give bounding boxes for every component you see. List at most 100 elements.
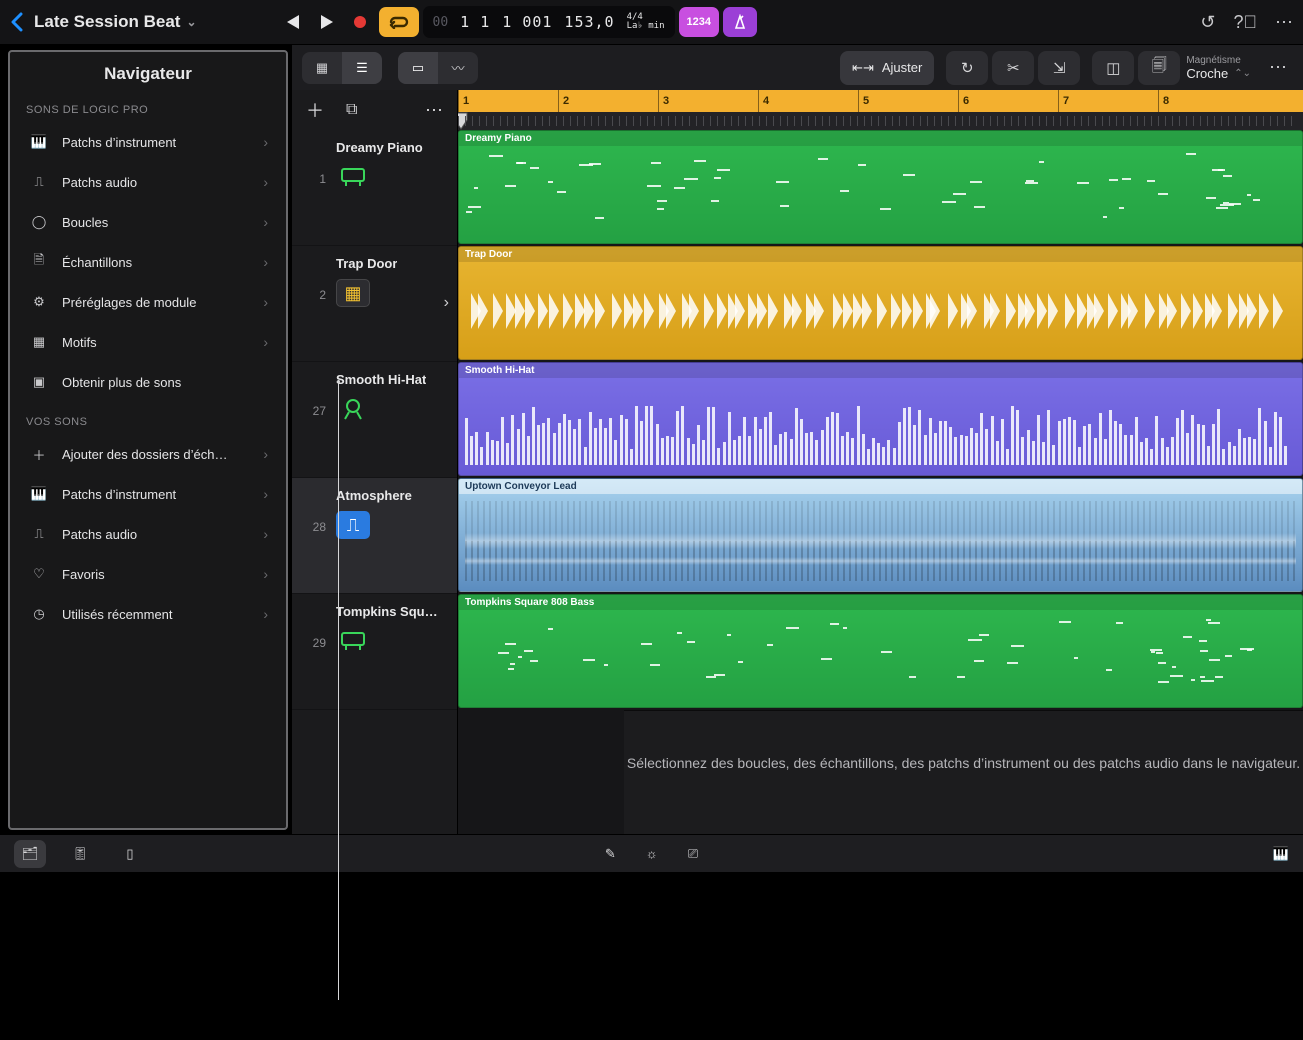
selection-tools: ◫ 🗐 [1092,51,1180,85]
sidebar-item-label: Motifs [62,335,97,350]
project-title[interactable]: Late Session Beat ⌄ [34,12,197,32]
track-expand-button[interactable]: › [444,294,449,312]
mixer-toggle-button[interactable]: 🎚 [64,840,96,868]
chevron-right-icon: › [263,566,268,582]
browser-caption-logic-sounds: SONS DE LOGIC PRO [10,90,286,122]
timeline-area[interactable]: 12345678 Dreamy Piano Trap DoorSmooth Hi-… [458,90,1303,868]
track-number: 2 [296,256,326,302]
track-header[interactable]: 27 Smooth Hi-Hat [292,362,457,478]
region-view-button[interactable]: ▭ [398,52,438,84]
add-track-button[interactable]: ＋ [306,97,324,123]
brightness-tool-button[interactable]: ☼ [646,846,658,862]
keyboard-toggle-button[interactable]: 🎹 [1273,846,1289,862]
inspector-toggle-button[interactable]: ▯ [114,840,146,868]
region-label: Uptown Conveyor Lead [459,479,1302,494]
transport-controls: 00 1 1 1 001 153,0 4/4 La♭ min 1234 [277,6,757,38]
undo-icon[interactable]: ↺ [1200,12,1215,33]
sidebar-item-loops[interactable]: ◯Boucles› [18,202,278,242]
lcd-bars: 1 1 [460,13,490,31]
sidebar-item-patterns[interactable]: ▦Motifs› [18,322,278,362]
lcd-dim-prefix: 00 [433,15,449,30]
chevron-right-icon: › [263,446,268,462]
region[interactable]: Uptown Conveyor Lead [458,478,1303,592]
sidebar-item-audio-patches[interactable]: ⎍Patchs audio› [18,162,278,202]
region[interactable]: Dreamy Piano [458,130,1303,244]
adjust-icon: ⇤⇥ [852,60,874,76]
sidebar-item-label: Patchs audio [62,527,137,542]
sidebar-item-get-more-sounds[interactable]: ▣Obtenir plus de sons [18,362,278,402]
track-header[interactable]: 28 Atmosphere ⎍ [292,478,457,594]
metronome-button[interactable] [723,7,757,37]
play-button[interactable] [311,7,341,37]
instrument-icon[interactable] [336,627,370,655]
loop-tool-button[interactable]: ↻ [946,51,988,85]
instrument-icon[interactable] [336,163,370,191]
sidebar-item-add-sample-folders[interactable]: ＋Ajouter des dossiers d’éch…› [18,434,278,474]
trim-tool-button[interactable]: ⇲ [1038,51,1080,85]
chevron-right-icon: › [263,134,268,150]
sliders-tool-button[interactable]: ⎚ [688,846,698,862]
region[interactable]: Tompkins Square 808 Bass [458,594,1303,708]
track-header[interactable]: 2 Trap Door ▦ › [292,246,457,362]
list-view-button[interactable]: ☰ [342,52,382,84]
track-name: Smooth Hi-Hat [336,372,426,387]
pencil-tool-button[interactable]: ✎ [605,846,616,862]
snap-setting[interactable]: Magnétisme Croche⌃⌄ [1186,55,1257,81]
back-button[interactable] [10,12,24,32]
track-header[interactable]: 1 Dreamy Piano [292,130,457,246]
instrument-icon[interactable] [336,395,370,423]
track-number: 1 [296,140,326,186]
region-automation-segment[interactable]: ▭ 〰 [398,52,478,84]
hint-text: Sélectionnez des boucles, des échantillo… [627,755,1300,771]
browser-list-logic-sounds: 🎹Patchs d’instrument› ⎍Patchs audio› ◯Bo… [10,122,286,402]
more-icon[interactable]: ⋯ [1275,12,1293,33]
sidebar-item-plugin-presets[interactable]: ⚙︎Préréglages de module› [18,282,278,322]
bar-ruler[interactable]: 12345678 [458,90,1303,112]
adjust-button[interactable]: ⇤⇥ Ajuster [840,51,934,85]
region[interactable]: Trap Door [458,246,1303,360]
sidebar-item-recently-used[interactable]: ◷Utilisés récemment› [18,594,278,634]
go-to-start-button[interactable] [277,7,307,37]
file-icon: 🗎 [28,251,50,273]
sidebar-item-user-audio-patches[interactable]: ⎍Patchs audio› [18,514,278,554]
lcd-display[interactable]: 00 1 1 1 001 153,0 4/4 La♭ min [423,6,675,38]
instrument-icon[interactable]: ▦ [336,279,370,307]
sidebar-item-user-instrument-patches[interactable]: 🎹Patchs d’instrument› [18,474,278,514]
top-right-controls: ↺ ?⃝ ⋯ [1200,12,1293,33]
beat-ruler[interactable] [458,112,1303,130]
display-mode-chip[interactable]: 1234 [679,7,719,37]
record-button[interactable] [345,7,375,37]
region-label: Tompkins Square 808 Bass [459,595,1302,610]
edit-tools: ↻ ✂︎ ⇲ [946,51,1080,85]
track-header[interactable]: 29 Tompkins Squ… [292,594,457,710]
gear-icon: ⚙︎ [28,294,50,310]
sidebar-item-label: Boucles [62,215,108,230]
bottom-bar: 🗂 🎚 ▯ ✎ ☼ ⎚ 🎹 [0,834,1303,872]
sidebar-item-label: Obtenir plus de sons [62,375,181,390]
region-label: Dreamy Piano [459,131,1302,146]
tracks-wrap: ＋ ⧉ ⋯ 1 Dreamy Piano 2 Trap Door ▦ › [292,90,1303,868]
duplicate-track-button[interactable]: ⧉ [346,101,357,119]
playhead[interactable] [458,112,468,130]
scissors-tool-button[interactable]: ✂︎ [992,51,1034,85]
marquee-tool-button[interactable]: ◫ [1092,51,1134,85]
automation-view-button[interactable]: 〰 [438,52,478,84]
clipboard-button[interactable]: 🗐 [1138,51,1180,85]
region[interactable]: Smooth Hi-Hat [458,362,1303,476]
track-headers: ＋ ⧉ ⋯ 1 Dreamy Piano 2 Trap Door ▦ › [292,90,458,868]
instrument-icon[interactable]: ⎍ [336,511,370,539]
grid-view-button[interactable]: ▦ [302,52,342,84]
view-mode-segment[interactable]: ▦ ☰ [302,52,382,84]
help-icon[interactable]: ?⃝ [1233,12,1257,33]
heart-icon: ♡ [28,566,50,582]
toolbar-more-button[interactable]: ⋯ [1263,53,1293,83]
browser-caption-your-sounds: VOS SONS [10,402,286,434]
sidebar-item-instrument-patches[interactable]: 🎹Patchs d’instrument› [18,122,278,162]
browser-toggle-button[interactable]: 🗂 [14,840,46,868]
project-title-text: Late Session Beat [34,12,180,32]
sidebar-item-samples[interactable]: 🗎Échantillons› [18,242,278,282]
sidebar-item-favorites[interactable]: ♡Favoris› [18,554,278,594]
track-header-more-button[interactable]: ⋯ [425,100,443,121]
lcd-beats: 1 001 [502,13,552,31]
cycle-button[interactable] [379,7,419,37]
